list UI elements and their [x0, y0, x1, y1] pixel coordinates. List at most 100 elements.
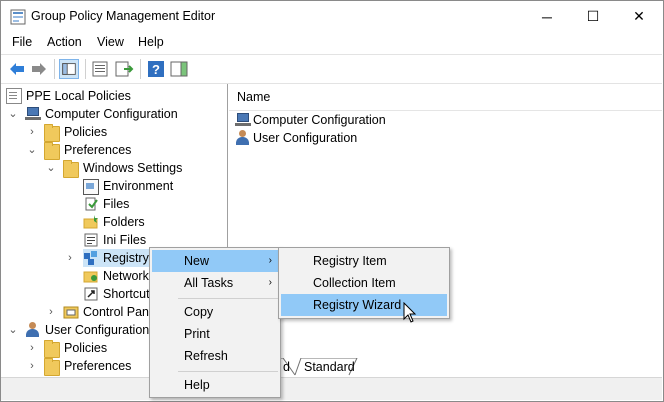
- forward-arrow-icon[interactable]: [29, 59, 49, 79]
- menu-item-label: All Tasks: [184, 276, 234, 290]
- new-submenu: Registry Item Collection Item Registry W…: [278, 247, 450, 319]
- tree-label: Policies: [64, 125, 108, 139]
- context-menu: New › All Tasks › Copy Print Refresh Hel…: [149, 247, 281, 398]
- menu-view[interactable]: View: [97, 35, 124, 49]
- menu-item-label: Print: [184, 327, 210, 341]
- folder-icon: [44, 358, 60, 376]
- column-header-name[interactable]: Name: [237, 90, 270, 104]
- menu-item-label: New: [184, 254, 210, 268]
- tree-label: Registry: [103, 251, 149, 265]
- export-list-icon[interactable]: [114, 59, 134, 79]
- tree-label: Shortcut: [103, 287, 150, 301]
- submenu-collection-item[interactable]: Collection Item: [281, 272, 447, 294]
- registry-icon: [84, 251, 97, 265]
- back-arrow-icon[interactable]: [7, 59, 27, 79]
- tab-standard[interactable]: Standard: [304, 360, 355, 374]
- folder-icon: [44, 124, 60, 142]
- menu-separator: [178, 298, 278, 299]
- context-menu-all-tasks[interactable]: All Tasks ›: [152, 272, 278, 294]
- folder-icon: [44, 340, 60, 358]
- chevron-right-icon: ›: [268, 255, 272, 266]
- toolbar-separator: [54, 59, 55, 79]
- chevron-down-icon[interactable]: ⌄: [27, 141, 37, 159]
- chevron-down-icon[interactable]: ⌄: [46, 159, 56, 177]
- tree-label: Preferences: [64, 359, 132, 373]
- chevron-right-icon[interactable]: ›: [27, 339, 37, 357]
- chevron-right-icon[interactable]: ›: [65, 249, 75, 267]
- view-tabs: d Standard: [229, 358, 662, 376]
- minimize-button[interactable]: ─: [524, 1, 570, 32]
- ini-files-icon: [84, 233, 98, 247]
- show-action-pane-icon[interactable]: [169, 59, 189, 79]
- menu-file[interactable]: File: [12, 35, 32, 49]
- toolbar-separator: [85, 59, 86, 79]
- chevron-right-icon[interactable]: ›: [27, 357, 37, 375]
- chevron-down-icon[interactable]: ⌄: [8, 105, 18, 123]
- context-menu-help[interactable]: Help: [152, 374, 278, 396]
- show-hide-tree-icon[interactable]: [59, 59, 79, 79]
- toolbar-separator: [140, 59, 141, 79]
- computer-icon: [25, 107, 41, 123]
- menu-help[interactable]: Help: [138, 35, 164, 49]
- menu-item-label: Collection Item: [313, 276, 396, 290]
- tree-label: Folders: [103, 215, 145, 229]
- context-menu-new[interactable]: New ›: [152, 250, 278, 272]
- window-title: Group Policy Management Editor: [31, 9, 216, 23]
- toolbar: ?: [1, 54, 662, 84]
- tree-label: Preferences: [64, 143, 132, 157]
- tree-label: Control Pan: [83, 305, 150, 319]
- files-icon: [85, 197, 98, 211]
- folder-icon: [63, 160, 79, 178]
- list-item-label: User Configuration: [253, 131, 358, 145]
- context-menu-print[interactable]: Print: [152, 323, 278, 345]
- chevron-right-icon: ›: [268, 277, 272, 288]
- user-icon: [25, 322, 41, 338]
- tree-label: Computer Configuration: [45, 107, 178, 121]
- properties-icon[interactable]: [90, 59, 110, 79]
- tree-label: Network: [103, 269, 149, 283]
- context-menu-copy[interactable]: Copy: [152, 301, 278, 323]
- tree-label: Windows Settings: [83, 161, 183, 175]
- tree-node-registry[interactable]: Registry: [83, 249, 153, 267]
- svg-text:?: ?: [152, 62, 160, 77]
- menu-item-label: Registry Wizard: [313, 298, 402, 312]
- environment-icon: [83, 179, 99, 195]
- close-button[interactable]: ✕: [616, 1, 662, 32]
- chevron-down-icon[interactable]: ⌄: [8, 321, 18, 339]
- folder-icon: [44, 142, 60, 160]
- help-icon[interactable]: ?: [146, 59, 166, 79]
- folders-icon: [83, 215, 98, 229]
- maximize-button[interactable]: ☐: [570, 1, 616, 32]
- user-icon: [235, 130, 251, 146]
- close-icon: ✕: [633, 8, 645, 24]
- shortcut-icon: [84, 287, 98, 301]
- menu-item-label: Refresh: [184, 349, 228, 363]
- control-panel-icon: [63, 306, 79, 319]
- menu-action[interactable]: Action: [47, 35, 82, 49]
- context-menu-refresh[interactable]: Refresh: [152, 345, 278, 367]
- submenu-registry-wizard[interactable]: Registry Wizard: [281, 294, 447, 316]
- tree-label: Environment: [103, 179, 174, 193]
- maximize-icon: ☐: [586, 8, 600, 24]
- tree-label: Ini Files: [103, 233, 147, 247]
- menu-item-label: Help: [184, 378, 210, 392]
- menu-item-label: Registry Item: [313, 254, 387, 268]
- list-pane: Name Computer Configuration User Configu…: [229, 84, 662, 374]
- gpo-editor-icon: [10, 9, 26, 25]
- chevron-right-icon[interactable]: ›: [27, 123, 37, 141]
- network-icon: [83, 271, 98, 283]
- policy-book-icon: [6, 88, 22, 104]
- mouse-cursor-icon: [403, 302, 417, 323]
- minimize-icon: ─: [542, 8, 552, 25]
- chevron-right-icon[interactable]: ›: [46, 303, 56, 321]
- submenu-registry-item[interactable]: Registry Item: [281, 250, 447, 272]
- list-header: Name: [229, 84, 662, 111]
- menu-bar: File Action View Help: [1, 32, 662, 53]
- tree-label: Files: [103, 197, 130, 211]
- list-item-label: Computer Configuration: [253, 113, 386, 127]
- tree-label: PPE Local Policies: [26, 89, 131, 103]
- tree-label: User Configuration: [45, 323, 150, 337]
- computer-icon: [235, 113, 251, 129]
- menu-item-label: Copy: [184, 305, 214, 319]
- tab-extended[interactable]: d: [283, 360, 290, 374]
